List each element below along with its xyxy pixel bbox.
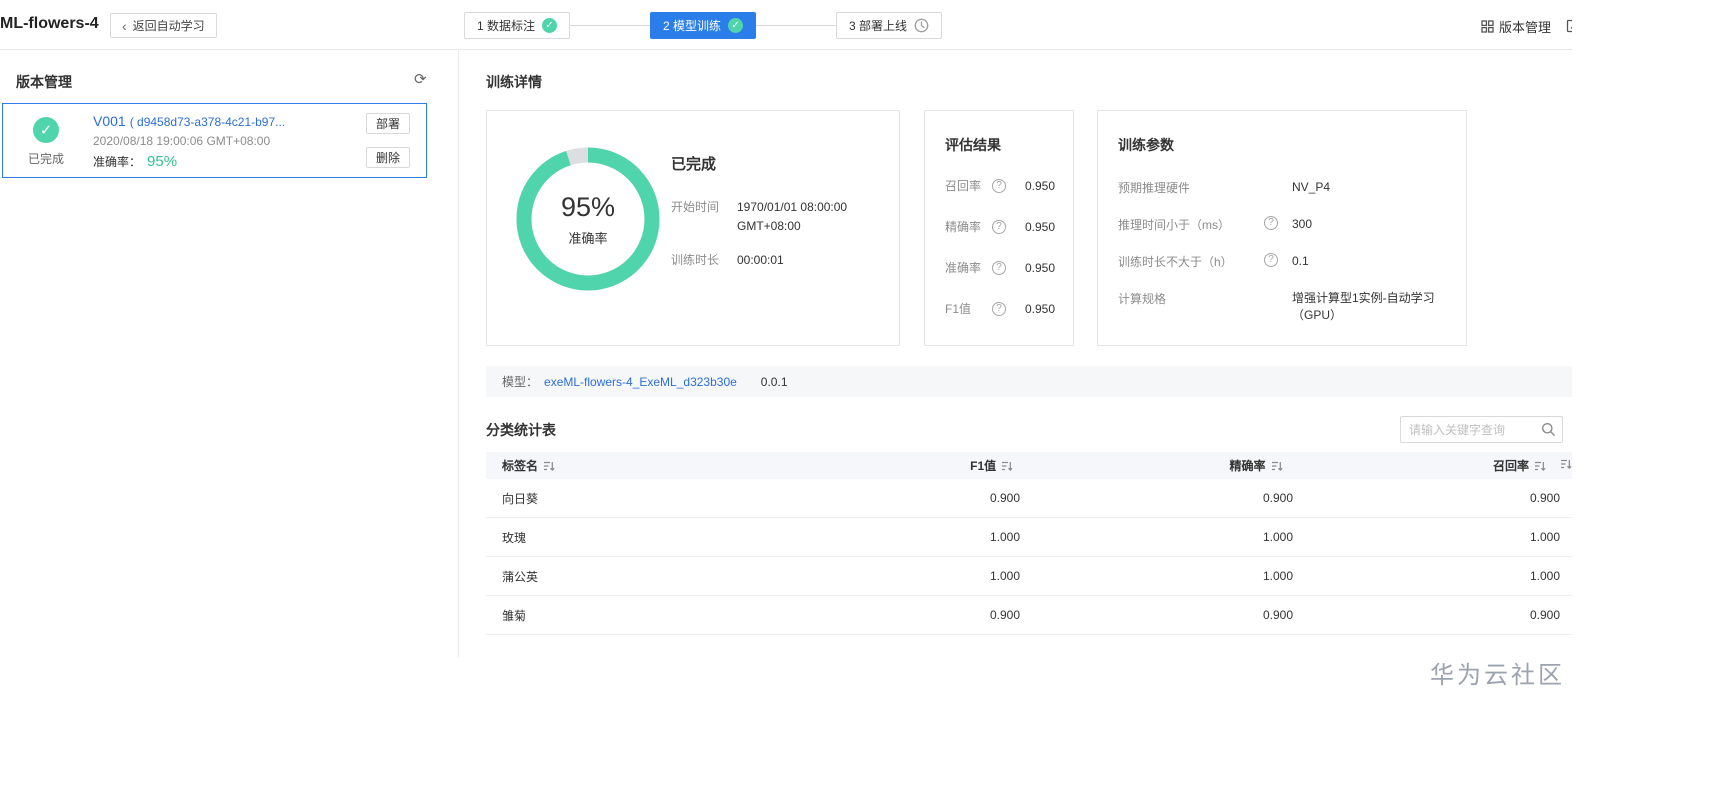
delete-button[interactable]: 删除 bbox=[366, 147, 410, 168]
sort-icon[interactable] bbox=[1560, 458, 1572, 470]
training-status: 已完成 bbox=[671, 156, 717, 173]
step-indicator: 1 数据标注 ✓ 2 模型训练 ✓ 3 部署上线 bbox=[464, 12, 943, 39]
accuracy-donut-chart: 95% 准确率 bbox=[514, 145, 662, 293]
sort-icon[interactable] bbox=[543, 460, 555, 472]
training-summary-info: 已完成 开始时间 1970/01/01 08:00:00 GMT+08:00 训… bbox=[671, 153, 887, 286]
param-hardware: 预期推理硬件 NV_P4 bbox=[1118, 180, 1331, 195]
table-row: 雏菊 0.900 0.900 0.900 bbox=[486, 596, 1572, 635]
version-time: 2020/08/18 19:00:06 GMT+08:00 bbox=[93, 134, 271, 148]
step-data-label[interactable]: 1 数据标注 ✓ bbox=[464, 12, 571, 39]
param-compute-spec: 计算规格 增强计算型1实例-自动学习（GPU） bbox=[1118, 291, 1435, 322]
search-box bbox=[1400, 416, 1563, 443]
metric-precision: 精确率 ? 0.950 bbox=[945, 219, 1055, 234]
step-connector bbox=[756, 25, 837, 26]
version-name: V001 bbox=[93, 113, 126, 129]
model-link[interactable]: exeML-flowers-4_ExeML_d323b30e bbox=[544, 375, 737, 389]
check-icon: ✓ bbox=[33, 117, 59, 143]
duration-label: 训练时长 bbox=[671, 253, 720, 268]
step-connector bbox=[570, 25, 651, 26]
evaluation-title: 评估结果 bbox=[945, 137, 1001, 153]
param-inference-time: 推理时间小于（ms） ? 300 bbox=[1118, 216, 1313, 232]
top-bar: ML-flowers-4 ‹ 返回自动学习 1 数据标注 ✓ 2 模型训练 ✓ … bbox=[0, 0, 1572, 50]
duration-value: 00:00:01 bbox=[737, 253, 784, 268]
version-status-label: 已完成 bbox=[27, 152, 64, 166]
evaluation-card: 评估结果 召回率 ? 0.950 精确率 ? 0.950 准确率 ? 0.950… bbox=[924, 110, 1074, 346]
class-stats-table: 标签名 F1值 精确率 召回率 向日葵 0.900 0.900 0.900 玫瑰… bbox=[486, 452, 1572, 635]
params-title: 训练参数 bbox=[1118, 137, 1174, 153]
help-icon[interactable]: ? bbox=[1264, 216, 1278, 230]
model-bar: 模型： exeML-flowers-4_ExeML_d323b30e 0.0.1 bbox=[486, 366, 1572, 397]
refresh-icon[interactable]: ⟳ bbox=[414, 72, 427, 87]
table-row: 向日葵 0.900 0.900 0.900 bbox=[486, 479, 1572, 518]
version-name-row: V001 ( d9458d73-a378-4c21-b97... bbox=[93, 113, 285, 129]
version-id: ( d9458d73-a378-4c21-b97... bbox=[129, 115, 286, 129]
accuracy-value: 95% bbox=[147, 153, 178, 170]
donut-label: 准确率 bbox=[568, 230, 608, 246]
version-manage-label: 版本管理 bbox=[1499, 20, 1552, 35]
watermark: 华为云社区 bbox=[1430, 662, 1565, 689]
sort-icon[interactable] bbox=[1271, 460, 1283, 472]
version-accuracy: 准确率： 95% bbox=[93, 153, 177, 170]
donut-center: 95% 准确率 bbox=[514, 145, 662, 293]
help-icon[interactable]: ? bbox=[992, 260, 1006, 275]
donut-value: 95% bbox=[560, 191, 616, 222]
metric-f1: F1值 ? 0.950 bbox=[945, 301, 1055, 316]
col-precision: 精确率 bbox=[1229, 459, 1266, 473]
class-stats-title: 分类统计表 bbox=[486, 422, 556, 438]
training-params-card: 训练参数 预期推理硬件 NV_P4 推理时间小于（ms） ? 300 训练时长不… bbox=[1097, 110, 1467, 346]
sort-icon[interactable] bbox=[1001, 460, 1013, 472]
search-input[interactable] bbox=[1401, 422, 1541, 437]
accuracy-label: 准确率： bbox=[93, 155, 142, 169]
table-header: 标签名 F1值 精确率 召回率 bbox=[486, 452, 1572, 479]
vertical-divider bbox=[458, 50, 459, 657]
back-button[interactable]: ‹ 返回自动学习 bbox=[110, 13, 217, 38]
sidebar-title: 版本管理 bbox=[16, 74, 72, 90]
search-icon[interactable] bbox=[1541, 422, 1556, 437]
training-summary-card: 95% 准确率 已完成 开始时间 1970/01/01 08:00:00 GMT… bbox=[486, 110, 900, 346]
help-icon[interactable]: ? bbox=[1264, 253, 1278, 267]
grid-icon bbox=[1481, 20, 1494, 33]
metric-accuracy: 准确率 ? 0.950 bbox=[945, 260, 1055, 275]
param-train-duration: 训练时长不大于（h） ? 0.1 bbox=[1118, 253, 1309, 269]
clock-icon bbox=[914, 18, 929, 33]
help-icon[interactable]: ? bbox=[992, 219, 1006, 234]
help-icon[interactable]: ? bbox=[992, 178, 1006, 193]
step-model-train[interactable]: 2 模型训练 ✓ bbox=[650, 12, 757, 39]
sort-icon[interactable] bbox=[1534, 460, 1546, 472]
page: ML-flowers-4 ‹ 返回自动学习 1 数据标注 ✓ 2 模型训练 ✓ … bbox=[0, 0, 1572, 787]
help-icon[interactable]: ? bbox=[992, 301, 1006, 316]
step-label: 2 模型训练 bbox=[663, 19, 722, 33]
version-card[interactable]: ✓ 已完成 V001 ( d9458d73-a378-4c21-b97... 2… bbox=[2, 103, 427, 178]
col-f1: F1值 bbox=[970, 459, 997, 473]
col-recall: 召回率 bbox=[1492, 459, 1529, 473]
top-bar-actions: 版本管理 bbox=[1481, 17, 1572, 36]
training-detail-title: 训练详情 bbox=[486, 74, 542, 90]
back-button-label: 返回自动学习 bbox=[132, 19, 205, 33]
table-row: 玫瑰 1.000 1.000 1.000 bbox=[486, 518, 1572, 557]
chevron-left-icon: ‹ bbox=[122, 17, 127, 34]
start-time-value: 1970/01/01 08:00:00 GMT+08:00 bbox=[737, 200, 848, 233]
step-label: 3 部署上线 bbox=[849, 19, 908, 33]
version-manage-link[interactable]: 版本管理 bbox=[1481, 17, 1551, 36]
metric-recall: 召回率 ? 0.950 bbox=[945, 178, 1055, 193]
version-status: ✓ 已完成 bbox=[23, 117, 69, 167]
start-time-label: 开始时间 bbox=[671, 200, 720, 214]
deploy-button[interactable]: 部署 bbox=[366, 113, 410, 134]
table-row: 蒲公英 1.000 1.000 1.000 bbox=[486, 557, 1572, 596]
check-icon: ✓ bbox=[728, 18, 744, 33]
edit-doc-icon[interactable] bbox=[1566, 19, 1572, 34]
col-label-name: 标签名 bbox=[502, 459, 539, 473]
model-label: 模型： bbox=[502, 375, 539, 389]
step-deploy[interactable]: 3 部署上线 bbox=[836, 12, 943, 39]
step-label: 1 数据标注 bbox=[477, 19, 536, 33]
project-title: ML-flowers-4 bbox=[0, 15, 99, 32]
check-icon: ✓ bbox=[542, 18, 558, 33]
model-version: 0.0.1 bbox=[760, 374, 788, 389]
